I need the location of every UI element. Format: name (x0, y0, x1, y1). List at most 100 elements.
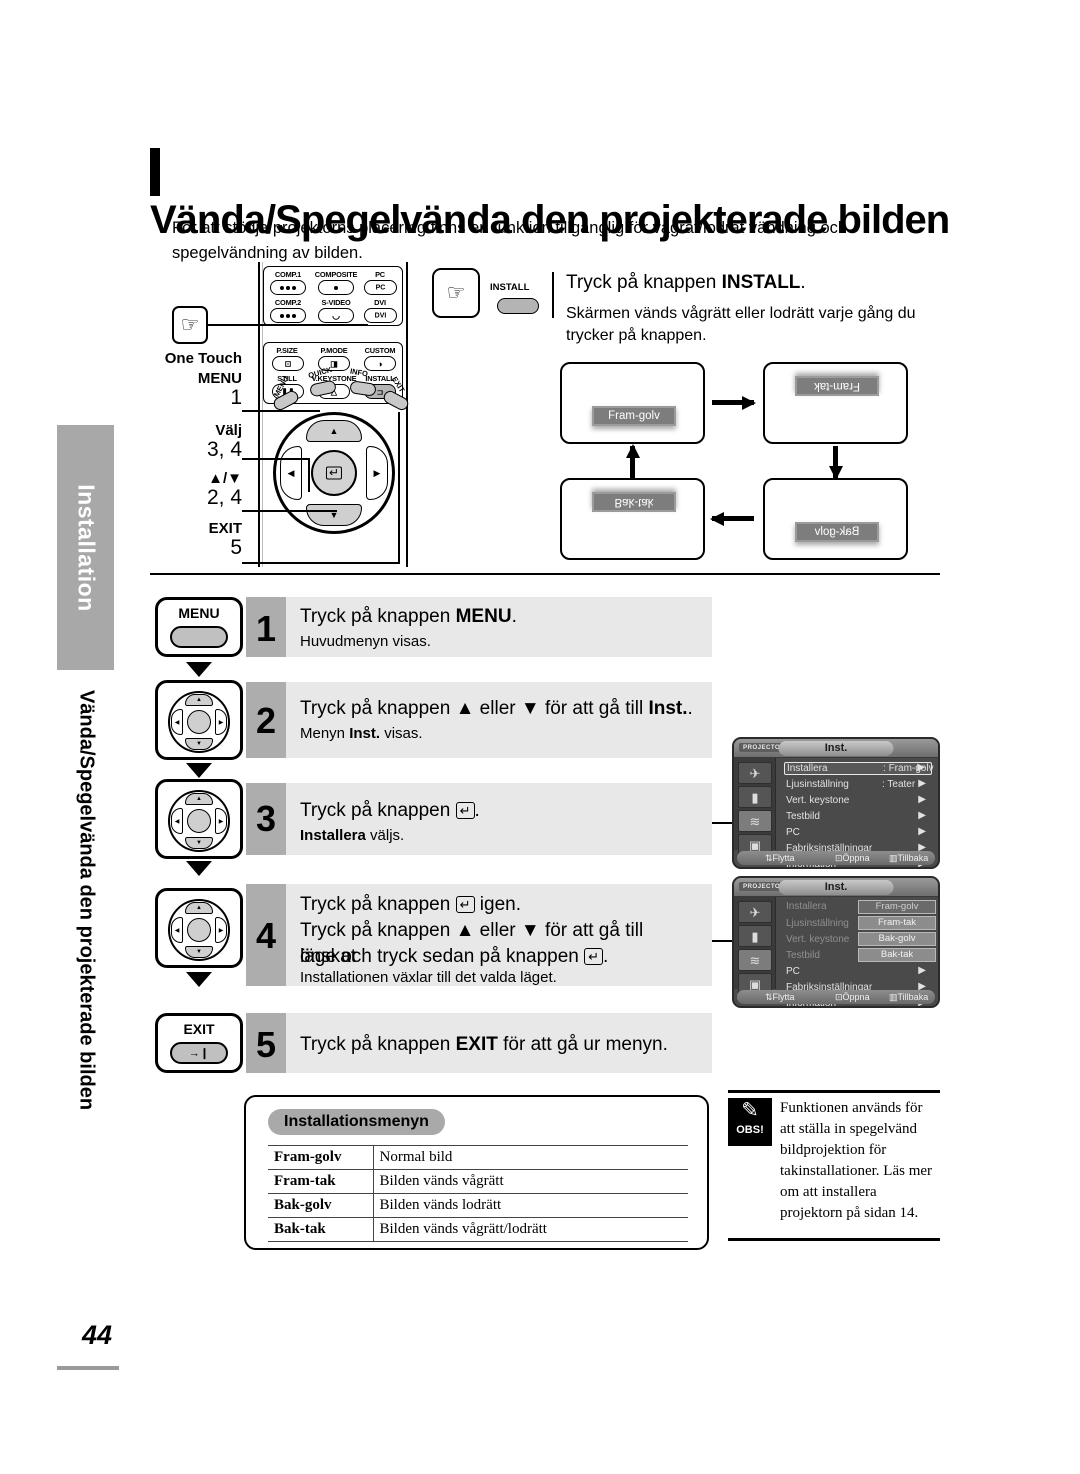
table-mode: Fram-golv (268, 1145, 374, 1170)
osd-icon-sound[interactable]: ▮ (738, 925, 772, 947)
dpad-up[interactable]: ▲ (185, 694, 213, 706)
step-4-dpad[interactable]: ▲ ▼ ◀ ▶ (168, 899, 230, 961)
leader-line-menu (242, 410, 320, 412)
step-5-number: 5 (255, 1024, 277, 1065)
title-accent-bar (150, 148, 160, 196)
step-4-key[interactable]: ▲ ▼ ◀ ▶ (155, 888, 243, 968)
step-1-key[interactable]: MENU (155, 597, 243, 657)
install-key-graphic[interactable] (497, 298, 539, 314)
osd-icon-picture[interactable]: ✈ (738, 901, 772, 923)
install-subtext: Skärmen vänds vågrätt eller lodrätt varj… (566, 305, 916, 344)
osd-option-fram-tak[interactable]: Fram-tak (858, 916, 936, 930)
osd-option-bak-golv[interactable]: Bak-golv (858, 932, 936, 946)
osd-row-ljusinstallning[interactable]: Ljusinställning : Teater ▶ (784, 778, 932, 792)
installation-menu-table-card: Installationsmenyn Fram-golv Normal bild… (244, 1095, 709, 1250)
pc-button[interactable]: PC (364, 280, 397, 295)
osd-row-vert-keystone[interactable]: Vert. keystone ▶ (784, 794, 932, 808)
osd-icon-setup[interactable]: ≋ (738, 810, 772, 832)
table-row: Bak-golv Bilden vänds lodrätt (268, 1193, 688, 1218)
step-5-key[interactable]: EXIT →❙ (155, 1013, 243, 1073)
osd-label: PC (786, 827, 800, 838)
screen-bak-golv: Bak-golv (763, 478, 908, 560)
psize-button[interactable]: ⊡ (272, 356, 304, 371)
dpad-down[interactable]: ▼ (306, 504, 362, 526)
step-5-main-post: för att gå ur menyn. (497, 1034, 668, 1055)
arrow-left-bottom (710, 512, 754, 526)
comp2-button[interactable] (270, 308, 306, 323)
button-label-dvi: DVI (374, 298, 386, 307)
dpad-enter[interactable] (187, 809, 211, 833)
step-1-number: 1 (255, 608, 277, 649)
osd-footer-back: ▥ Tillbaka (889, 992, 929, 1002)
step-4-line3-pre: läge och tryck sedan på knappen (300, 946, 585, 967)
step-1-main-post: . (511, 606, 517, 627)
comp1-button[interactable] (270, 280, 306, 295)
svideo-button[interactable]: ◡ (318, 308, 354, 323)
screen-label-fram-tak: Fram-tak (795, 376, 879, 396)
dpad-up[interactable]: ▲ (185, 902, 213, 914)
step-4-line3: läge och tryck sedan på knappen ↵. (300, 944, 700, 970)
osd-title: Inst. (778, 880, 894, 895)
step-3-dpad[interactable]: ▲ ▼ ◀ ▶ (168, 790, 230, 852)
step-3-key[interactable]: ▲ ▼ ◀ ▶ (155, 779, 243, 859)
step-4-line1-post: igen. (474, 894, 521, 915)
osd-label: Ljusinställning (786, 779, 849, 790)
dpad-left[interactable]: ◀ (171, 808, 183, 834)
callout-label-updown: ▲/▼ (208, 470, 242, 487)
dpad-down[interactable]: ▼ (185, 837, 213, 849)
dpad-left[interactable]: ◀ (171, 709, 183, 735)
manual-page: Installation Vända/Spegelvända den proje… (0, 0, 1080, 1474)
step-1-main-strong: MENU (455, 606, 512, 627)
osd-option-bak-tak[interactable]: Bak-tak (858, 948, 936, 962)
arrow-up-left (626, 444, 640, 478)
osd-option-fram-golv[interactable]: Fram-golv (858, 900, 936, 914)
leader-line-valj-v (308, 458, 310, 492)
step-4-number: 4 (255, 915, 277, 956)
sidebar-section-tab: Installation (57, 425, 114, 670)
osd-title: Inst. (778, 741, 894, 756)
osd-screenshot-install-options: PROJECTOR Inst. ✈ ▮ ≋ ▣ Installera : Lju… (732, 876, 940, 1008)
osd-row-installera[interactable]: Installera : Fram-golv ▶ (784, 762, 934, 775)
button-label-svideo: S-VIDEO (321, 298, 351, 307)
custom-icon: ◑ (377, 358, 383, 369)
dvi-button[interactable]: DVI (364, 308, 397, 323)
dpad-up[interactable]: ▲ (306, 420, 362, 442)
osd-titlebar: PROJECTOR Inst. (734, 878, 938, 897)
dpad-right[interactable]: ▶ (366, 446, 388, 500)
dpad-enter[interactable]: ↵ (311, 450, 357, 496)
composite-button[interactable] (318, 280, 354, 295)
chevron-right-icon: ▶ (918, 778, 926, 789)
osd-icon-picture[interactable]: ✈ (738, 762, 772, 784)
osd-label: Vert. keystone (786, 934, 850, 945)
step-3-arrow (186, 861, 212, 876)
screen-label-bak-tak: Bak-tak (592, 492, 676, 512)
table-mode: Fram-tak (268, 1169, 374, 1194)
osd-row-testbild[interactable]: Testbild ▶ (784, 810, 932, 824)
dpad-enter[interactable] (187, 918, 211, 942)
osd-icon-setup[interactable]: ≋ (738, 949, 772, 971)
dpad-enter[interactable] (187, 710, 211, 734)
dpad-down[interactable]: ▼ (185, 738, 213, 750)
direction-pad[interactable]: ▲ ▼ ◀ ▶ ↵ (273, 412, 395, 534)
osd-icon-sound[interactable]: ▮ (738, 786, 772, 808)
install-heading-strong: INSTALL (721, 272, 801, 293)
osd-row-pc[interactable]: PC ▶ (784, 826, 932, 840)
osd-label: Installera (787, 763, 828, 774)
step-2-key[interactable]: ▲ ▼ ◀ ▶ (155, 680, 243, 760)
osd-label: PC (786, 966, 800, 977)
step-3-sub-strong: Installera (300, 827, 366, 844)
enter-key-glyph: ↵ (584, 948, 604, 965)
dpad-left[interactable]: ◀ (280, 446, 302, 500)
leader-line-onetouch-2 (365, 324, 367, 325)
dpad-up[interactable]: ▲ (185, 793, 213, 805)
osd-row-pc[interactable]: PC ▶ (784, 965, 932, 979)
step-2-main: Tryck på knappen ▲ eller ▼ för att gå ti… (300, 696, 720, 722)
dpad-left[interactable]: ◀ (171, 917, 183, 943)
menu-key-graphic (170, 626, 228, 648)
sidebar-chapter-label: Vända/Spegelvända den projekterade bilde… (75, 689, 97, 1111)
step-2-sub: Menyn Inst. visas. (300, 724, 720, 744)
osd-footer-bar: ⇅ Flytta ⊡ Öppna ▥ Tillbaka (737, 990, 935, 1004)
dpad-down[interactable]: ▼ (185, 946, 213, 958)
step-2-dpad[interactable]: ▲ ▼ ◀ ▶ (168, 691, 230, 753)
button-label-comp1: COMP.1 (274, 270, 302, 279)
